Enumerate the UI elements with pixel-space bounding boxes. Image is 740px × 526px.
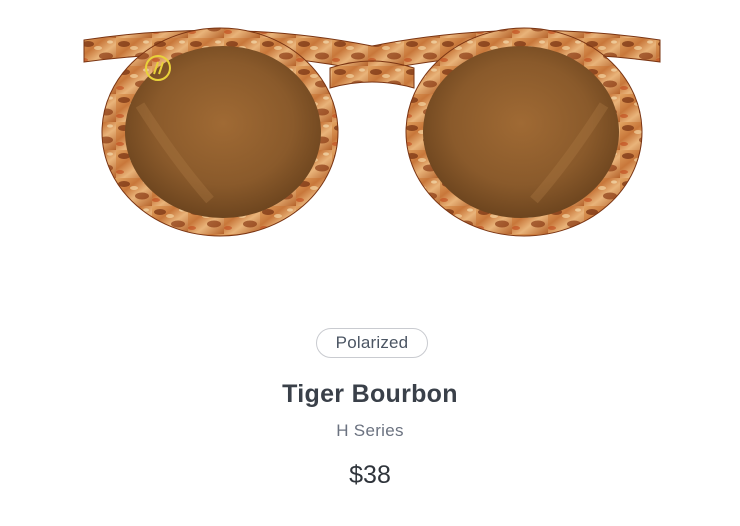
bridge	[329, 60, 415, 89]
product-image[interactable]	[80, 10, 664, 260]
product-name[interactable]: Tiger Bourbon	[0, 380, 740, 409]
product-series: H Series	[336, 421, 404, 440]
product-card[interactable]: Polarized Tiger Bourbon H Series $38	[0, 0, 740, 526]
sunglasses-illustration	[83, 27, 661, 237]
product-price: $38	[349, 461, 391, 489]
polarized-badge: Polarized	[316, 328, 428, 358]
